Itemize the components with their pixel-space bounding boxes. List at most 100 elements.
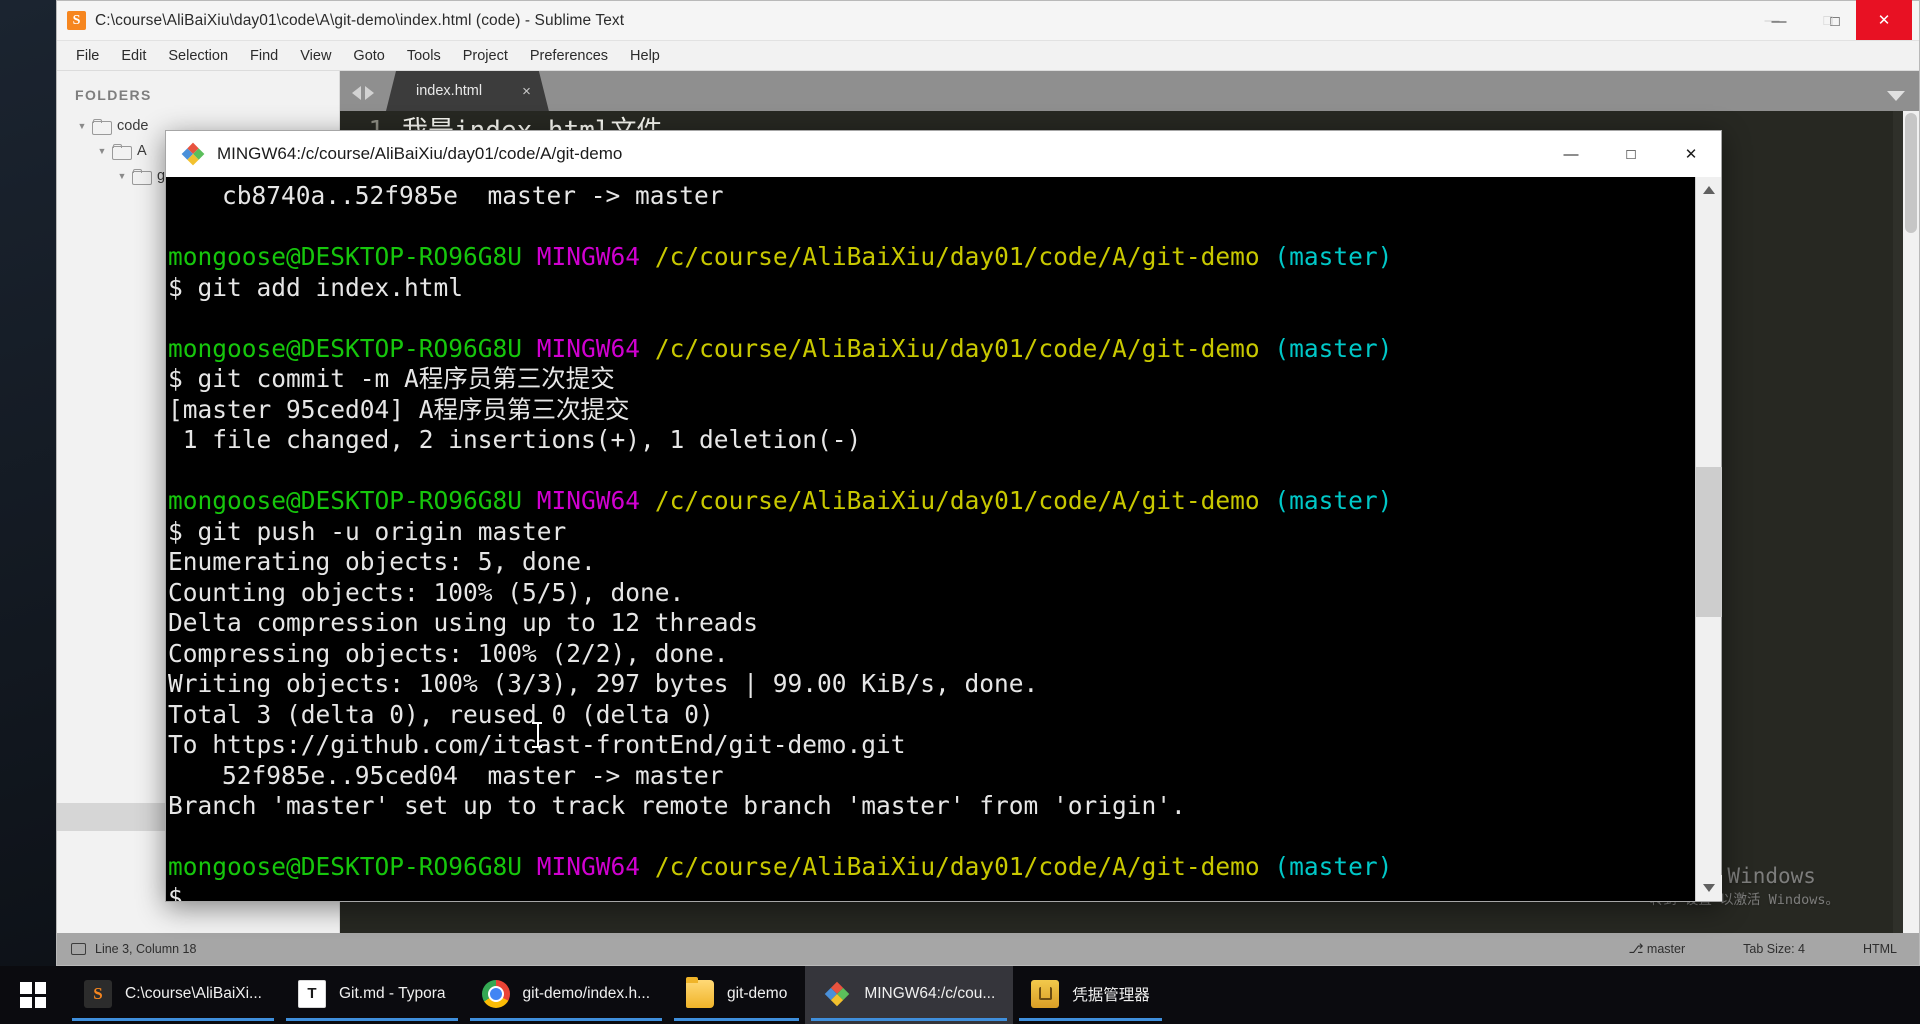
taskbar-item-credential-manager[interactable]: 凭据管理器 xyxy=(1013,966,1168,1024)
tab-label: index.html xyxy=(416,83,483,99)
branch-icon: ⎇ xyxy=(1628,941,1644,956)
chrome-icon xyxy=(481,979,510,1008)
chevron-down-icon[interactable]: ▼ xyxy=(95,144,109,158)
terminal-output-line: 1 file changed, 2 insertions(+), 1 delet… xyxy=(168,425,1695,456)
maximize-icon[interactable]: □ xyxy=(1601,131,1661,177)
taskbar-item-label: MINGW64:/c/cou... xyxy=(864,984,996,1002)
editor-vertical-scrollbar[interactable] xyxy=(1903,111,1919,933)
taskbar-item-mingw64[interactable]: MINGW64:/c/cou... xyxy=(805,966,1014,1024)
terminal-line-text: Compressing objects: 100% (2/2), done. xyxy=(168,638,729,668)
terminal-command-line: $ git push -u origin master xyxy=(168,517,1695,548)
branch-label: master xyxy=(1646,942,1686,956)
terminal-prompt-line: mongoose@DESKTOP-RO96G8U MINGW64 /c/cour… xyxy=(168,486,1695,517)
terminal-scrollbar[interactable] xyxy=(1695,177,1722,901)
prompt-path: /c/course/AliBaiXiu/day01/code/A/git-dem… xyxy=(654,486,1260,515)
taskbar-item-sublime[interactable]: S C:\course\AliBaiXi... xyxy=(66,966,280,1024)
mingw64-titlebar[interactable]: MINGW64:/c/course/AliBaiXiu/day01/code/A… xyxy=(166,131,1721,177)
terminal-output-line: Writing objects: 100% (3/3), 297 bytes |… xyxy=(168,669,1695,700)
sublime-titlebar: S C:\course\AliBaiXiu\day01\code\A\git-d… xyxy=(57,1,1919,41)
menu-item-find[interactable]: Find xyxy=(239,44,289,68)
taskbar-item-chrome[interactable]: git-demo/index.h... xyxy=(464,966,669,1024)
terminal-line-text: $ git add index.html xyxy=(168,272,464,302)
monitor-icon xyxy=(71,943,86,955)
terminal-command-line: $ git add index.html xyxy=(168,273,1695,304)
prompt-path: /c/course/AliBaiXiu/day01/code/A/git-dem… xyxy=(654,852,1260,881)
terminal-output-line: To https://github.com/itcast-frontEnd/gi… xyxy=(168,730,1695,761)
terminal-output[interactable]: cb8740a..52f985e master -> master mongoo… xyxy=(166,177,1695,901)
taskbar-item-typora[interactable]: T Git.md - Typora xyxy=(280,966,464,1024)
tab-nav-arrows xyxy=(340,86,386,111)
close-icon[interactable]: ✕ xyxy=(1661,131,1721,177)
mingw64-window-title: MINGW64:/c/course/AliBaiXiu/day01/code/A… xyxy=(217,144,623,163)
terminal-line-text: cb8740a..52f985e master -> master xyxy=(222,181,724,210)
menu-item-goto[interactable]: Goto xyxy=(342,44,395,68)
menu-item-preferences[interactable]: Preferences xyxy=(519,44,619,68)
prompt-shell: MINGW64 xyxy=(536,852,641,881)
maximize-icon[interactable]: □ xyxy=(1800,0,1856,40)
terminal-line-text: Total 3 (delta 0), reused 0 (delta 0) xyxy=(168,699,714,729)
prompt-shell: MINGW64 xyxy=(536,486,641,515)
scroll-up-arrow-icon[interactable] xyxy=(1696,177,1721,203)
tab-index-html[interactable]: index.html × xyxy=(386,71,549,111)
windows-start-icon[interactable] xyxy=(0,966,66,1024)
taskbar-item-label: git-demo/index.h... xyxy=(522,984,651,1002)
terminal-line-text: 1 file changed, 2 insertions(+), 1 delet… xyxy=(168,425,862,454)
terminal-output-line: Total 3 (delta 0), reused 0 (delta 0) xyxy=(168,700,1695,731)
menu-item-tools[interactable]: Tools xyxy=(396,44,452,68)
prompt-branch: (master) xyxy=(1274,486,1393,515)
scrollbar-thumb[interactable] xyxy=(1696,467,1722,617)
terminal-line-text: Enumerating objects: 5, done. xyxy=(168,547,596,576)
minimize-icon[interactable]: — xyxy=(1744,0,1800,40)
cursor-position-status[interactable]: Line 3, Column 18 xyxy=(95,942,196,956)
prompt-shell: MINGW64 xyxy=(536,242,641,271)
scrollbar-thumb[interactable] xyxy=(1905,113,1917,233)
chevron-down-icon[interactable] xyxy=(1887,91,1905,101)
menu-item-help[interactable]: Help xyxy=(619,44,671,68)
status-left-group: Line 3, Column 18 xyxy=(71,942,196,956)
terminal-line-text: Counting objects: 100% (5/5), done. xyxy=(168,577,685,607)
terminal-output-line: [master 95ced04] A程序员第三次提交 xyxy=(168,395,1695,426)
terminal-output-line: Enumerating objects: 5, done. xyxy=(168,547,1695,578)
terminal-line-text: $ git push -u origin master xyxy=(168,516,567,546)
menu-item-project[interactable]: Project xyxy=(452,44,519,68)
taskbar-item-label: 凭据管理器 xyxy=(1072,986,1150,1004)
menu-item-file[interactable]: File xyxy=(65,44,110,68)
folders-heading: FOLDERS xyxy=(75,87,152,103)
text-cursor-icon xyxy=(532,722,542,748)
git-branch-status[interactable]: ⎇ master xyxy=(1628,941,1685,957)
terminal-area[interactable]: cb8740a..52f985e master -> master mongoo… xyxy=(166,177,1722,901)
close-icon[interactable]: ✕ xyxy=(1856,0,1912,40)
terminal-line-text: $ xyxy=(168,882,183,902)
close-icon[interactable]: × xyxy=(522,83,531,100)
terminal-output-line: Delta compression using up to 12 threads xyxy=(168,608,1695,639)
prev-tab-arrow-icon[interactable] xyxy=(352,86,361,100)
next-tab-arrow-icon[interactable] xyxy=(365,86,374,100)
chevron-down-icon[interactable]: ▼ xyxy=(115,169,129,183)
menu-item-selection[interactable]: Selection xyxy=(157,44,239,68)
sidebar-item-label: g xyxy=(157,167,166,184)
chevron-down-icon[interactable]: ▼ xyxy=(75,119,89,133)
menu-item-edit[interactable]: Edit xyxy=(110,44,157,68)
tab-size-status[interactable]: Tab Size: 4 xyxy=(1743,942,1805,956)
sidebar-item-label: code xyxy=(117,117,149,134)
terminal-line-text: [master 95ced04] A程序员第三次提交 xyxy=(168,394,630,424)
terminal-line-text: Branch 'master' set up to track remote b… xyxy=(168,791,1186,820)
prompt-shell: MINGW64 xyxy=(536,333,641,363)
terminal-prompt-line: mongoose@DESKTOP-RO96G8U MINGW64 /c/cour… xyxy=(168,242,1695,273)
prompt-path: /c/course/AliBaiXiu/day01/code/A/git-dem… xyxy=(654,242,1260,271)
terminal-command-line: $ xyxy=(168,883,1695,902)
minimize-icon[interactable]: — xyxy=(1541,131,1601,177)
folder-icon xyxy=(686,976,715,1008)
status-right-group: ⎇ master Tab Size: 4 HTML xyxy=(1628,941,1897,957)
taskbar-item-explorer[interactable]: git-demo xyxy=(668,966,805,1024)
terminal-output-line: Counting objects: 100% (5/5), done. xyxy=(168,578,1695,609)
menu-item-view[interactable]: View xyxy=(289,44,342,68)
prompt-user-host: mongoose@DESKTOP-RO96G8U xyxy=(168,486,523,515)
syntax-status[interactable]: HTML xyxy=(1863,942,1897,956)
prompt-user-host: mongoose@DESKTOP-RO96G8U xyxy=(168,333,523,363)
scroll-down-arrow-icon[interactable] xyxy=(1696,875,1722,901)
terminal-prompt-line: mongoose@DESKTOP-RO96G8U MINGW64 /c/cour… xyxy=(168,852,1695,883)
